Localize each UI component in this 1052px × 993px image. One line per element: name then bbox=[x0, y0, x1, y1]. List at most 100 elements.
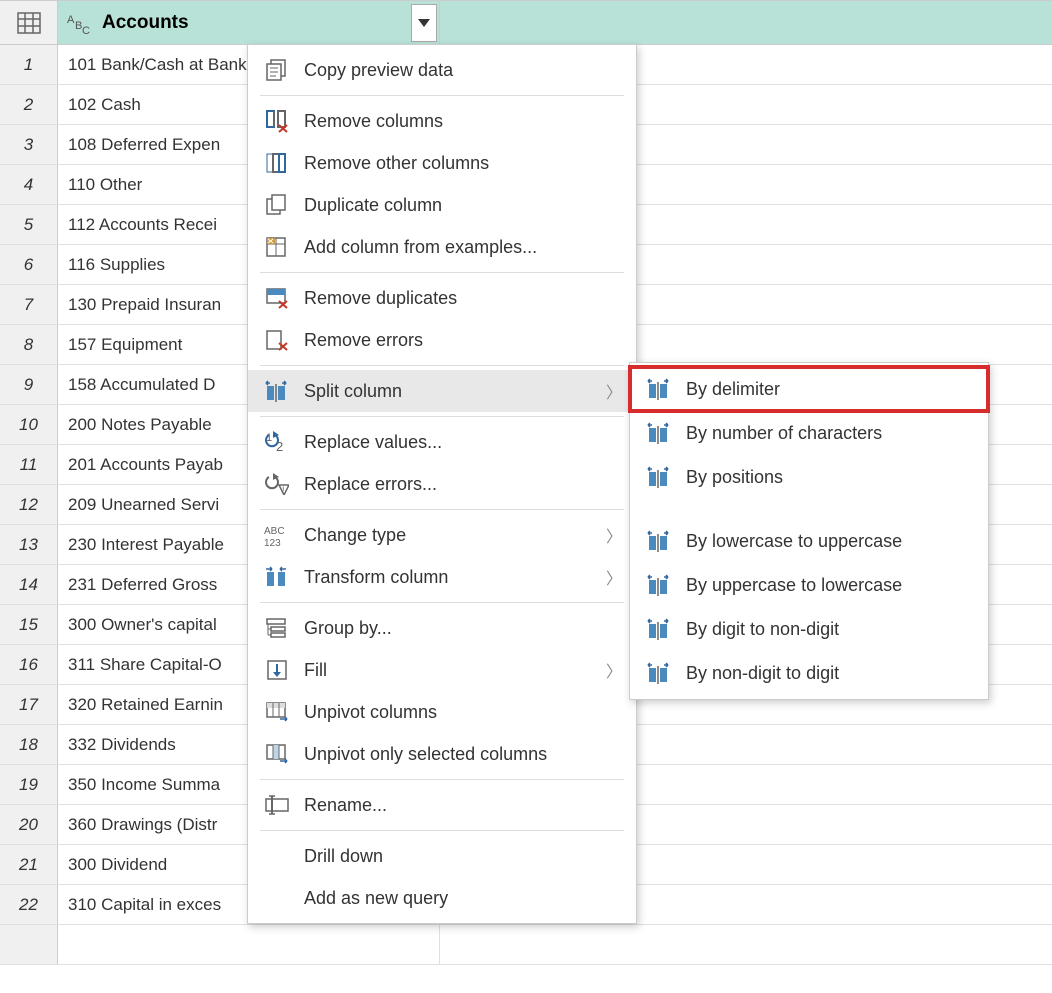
submenu-nondigit-to-digit[interactable]: By non-digit to digit bbox=[630, 651, 988, 695]
submenu-by-delimiter[interactable]: By delimiter bbox=[630, 367, 988, 411]
blank-icon bbox=[262, 883, 292, 913]
remove-duplicates-icon bbox=[262, 283, 292, 313]
table-header-row: ABC Accounts bbox=[0, 1, 1052, 45]
copy-icon bbox=[262, 55, 292, 85]
split-icon bbox=[644, 418, 674, 448]
text-type-icon[interactable]: ABC bbox=[66, 9, 94, 37]
row-number[interactable]: 22 bbox=[0, 885, 58, 924]
row-number[interactable]: 3 bbox=[0, 125, 58, 164]
split-icon bbox=[644, 374, 674, 404]
split-column-icon bbox=[262, 376, 292, 406]
remove-other-columns-icon bbox=[262, 148, 292, 178]
menu-remove-other-columns[interactable]: Remove other columns bbox=[248, 142, 636, 184]
svg-text:123: 123 bbox=[264, 538, 281, 546]
column-context-menu: Copy preview data Remove columns Remove … bbox=[247, 44, 637, 924]
submenu-digit-to-nondigit[interactable]: By digit to non-digit bbox=[630, 607, 988, 651]
remove-errors-icon bbox=[262, 325, 292, 355]
split-icon bbox=[644, 614, 674, 644]
svg-text:A: A bbox=[67, 14, 75, 26]
column-header-label: Accounts bbox=[102, 12, 189, 34]
menu-change-type[interactable]: ABC123 Change type 〉 bbox=[248, 514, 636, 556]
menu-unpivot-selected[interactable]: Unpivot only selected columns bbox=[248, 733, 636, 775]
row-number[interactable]: 10 bbox=[0, 405, 58, 444]
column-dropdown-button[interactable] bbox=[411, 4, 437, 42]
split-icon bbox=[644, 658, 674, 688]
split-icon bbox=[644, 526, 674, 556]
menu-duplicate-column[interactable]: Duplicate column bbox=[248, 184, 636, 226]
split-column-submenu: By delimiter By number of characters By … bbox=[629, 362, 989, 700]
row-number[interactable]: 15 bbox=[0, 605, 58, 644]
submenu-upper-to-lower[interactable]: By uppercase to lowercase bbox=[630, 563, 988, 607]
row-number[interactable]: 19 bbox=[0, 765, 58, 804]
svg-text:!: ! bbox=[282, 485, 285, 495]
row-number[interactable]: 14 bbox=[0, 565, 58, 604]
menu-separator bbox=[260, 416, 624, 417]
menu-unpivot-columns[interactable]: Unpivot columns bbox=[248, 691, 636, 733]
column-header-accounts[interactable]: ABC Accounts bbox=[58, 1, 440, 44]
menu-transform-column[interactable]: Transform column 〉 bbox=[248, 556, 636, 598]
submenu-lower-to-upper[interactable]: By lowercase to uppercase bbox=[630, 519, 988, 563]
row-number[interactable]: 17 bbox=[0, 685, 58, 724]
row-number[interactable]: 2 bbox=[0, 85, 58, 124]
menu-group-by[interactable]: Group by... bbox=[248, 607, 636, 649]
menu-separator bbox=[260, 272, 624, 273]
menu-add-as-new-query[interactable]: Add as new query bbox=[248, 877, 636, 919]
row-number[interactable]: 5 bbox=[0, 205, 58, 244]
row-number[interactable]: 16 bbox=[0, 645, 58, 684]
change-type-icon: ABC123 bbox=[262, 520, 292, 550]
replace-errors-icon: ! bbox=[262, 469, 292, 499]
row-number[interactable]: 13 bbox=[0, 525, 58, 564]
menu-replace-errors[interactable]: ! Replace errors... bbox=[248, 463, 636, 505]
split-icon bbox=[644, 462, 674, 492]
split-icon bbox=[644, 570, 674, 600]
blank-icon bbox=[262, 841, 292, 871]
row-number[interactable]: 11 bbox=[0, 445, 58, 484]
chevron-right-icon: 〉 bbox=[606, 565, 622, 589]
replace-values-icon: 21 bbox=[262, 427, 292, 457]
menu-rename[interactable]: Rename... bbox=[248, 784, 636, 826]
chevron-right-icon: 〉 bbox=[606, 523, 622, 547]
menu-drill-down[interactable]: Drill down bbox=[248, 835, 636, 877]
row-number[interactable]: 4 bbox=[0, 165, 58, 204]
menu-split-column[interactable]: Split column 〉 bbox=[248, 370, 636, 412]
menu-separator bbox=[260, 509, 624, 510]
row-number bbox=[0, 925, 58, 964]
row-number[interactable]: 9 bbox=[0, 365, 58, 404]
unpivot-icon bbox=[262, 697, 292, 727]
menu-separator bbox=[260, 602, 624, 603]
chevron-right-icon: 〉 bbox=[606, 379, 622, 403]
row-number[interactable]: 7 bbox=[0, 285, 58, 324]
table-icon bbox=[17, 12, 41, 34]
menu-replace-values[interactable]: 21 Replace values... bbox=[248, 421, 636, 463]
row-number[interactable]: 1 bbox=[0, 45, 58, 84]
menu-separator bbox=[260, 779, 624, 780]
submenu-by-positions[interactable]: By positions bbox=[630, 455, 988, 499]
row-num-header[interactable] bbox=[0, 1, 58, 44]
chevron-down-icon bbox=[418, 19, 430, 27]
transform-icon bbox=[262, 562, 292, 592]
row-number[interactable]: 21 bbox=[0, 845, 58, 884]
menu-separator bbox=[260, 830, 624, 831]
duplicate-icon bbox=[262, 190, 292, 220]
menu-separator bbox=[260, 365, 624, 366]
unpivot-selected-icon bbox=[262, 739, 292, 769]
empty-row bbox=[0, 925, 1052, 965]
menu-remove-errors[interactable]: Remove errors bbox=[248, 319, 636, 361]
row-number[interactable]: 20 bbox=[0, 805, 58, 844]
menu-copy-preview[interactable]: Copy preview data bbox=[248, 49, 636, 91]
svg-text:ABC: ABC bbox=[264, 526, 285, 537]
menu-separator bbox=[260, 95, 624, 96]
submenu-by-num-chars[interactable]: By number of characters bbox=[630, 411, 988, 455]
group-by-icon bbox=[262, 613, 292, 643]
chevron-right-icon: 〉 bbox=[606, 658, 622, 682]
rename-icon bbox=[262, 790, 292, 820]
menu-add-column-examples[interactable]: Add column from examples... bbox=[248, 226, 636, 268]
row-number[interactable]: 12 bbox=[0, 485, 58, 524]
row-number[interactable]: 8 bbox=[0, 325, 58, 364]
cell-value bbox=[58, 925, 440, 964]
menu-remove-columns[interactable]: Remove columns bbox=[248, 100, 636, 142]
menu-fill[interactable]: Fill 〉 bbox=[248, 649, 636, 691]
row-number[interactable]: 18 bbox=[0, 725, 58, 764]
menu-remove-duplicates[interactable]: Remove duplicates bbox=[248, 277, 636, 319]
row-number[interactable]: 6 bbox=[0, 245, 58, 284]
